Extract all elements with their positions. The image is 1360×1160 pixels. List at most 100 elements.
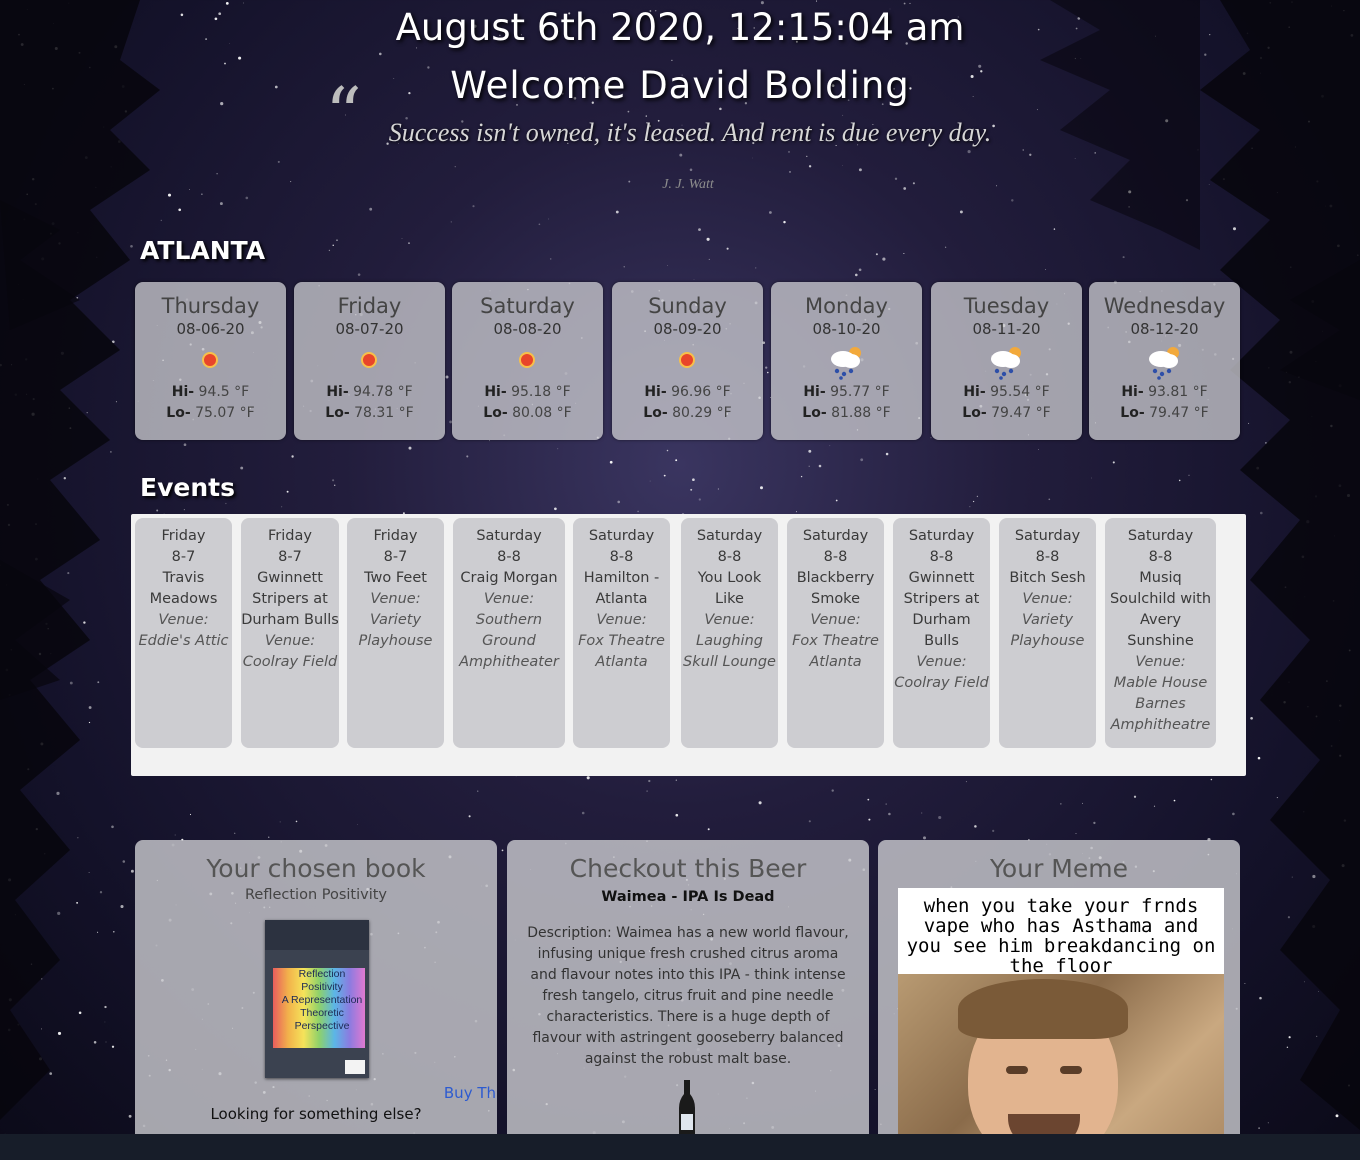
- low-label: Lo-: [325, 405, 350, 421]
- event-day: Friday: [373, 528, 418, 544]
- event-card[interactable]: Saturday 8-8 Hamilton - Atlanta Venue: Fox T…: [573, 518, 670, 748]
- event-day: Saturday: [908, 528, 975, 544]
- event-date: 8-8: [609, 549, 634, 565]
- event-date: 8-8: [497, 549, 521, 565]
- event-venue-label: Venue:: [810, 612, 861, 628]
- event-name: Craig Morgan: [460, 570, 558, 586]
- weather-day: Wednesday: [1103, 294, 1226, 318]
- event-card[interactable]: Saturday 8-8 You Look Like Venue: Laughing S…: [681, 518, 778, 748]
- welcome-message: Welcome David Bolding: [450, 64, 910, 107]
- event-card[interactable]: Friday 8-7 Travis Meadows Venue: Eddie's Att…: [135, 518, 232, 748]
- event-venue-label: Venue:: [158, 612, 209, 628]
- low-value: 79.47 °F: [1149, 405, 1209, 421]
- event-venue: Fox Theatre Atlanta: [792, 633, 879, 670]
- event-date: 8-7: [383, 549, 408, 565]
- high-value: 95.77 °F: [830, 384, 890, 400]
- low-value: 80.29 °F: [672, 405, 732, 421]
- weather-high: Hi- 94.5 °F: [135, 382, 286, 403]
- rain-cloud-icon: [931, 338, 1082, 382]
- event-card[interactable]: Saturday 8-8 Musiq Soulchild with Avery Su…: [1105, 518, 1216, 748]
- weather-low: Lo- 79.47 °F: [1089, 403, 1240, 424]
- event-day: Saturday: [588, 528, 655, 544]
- sun-icon: [294, 338, 445, 382]
- event-venue-label: Venue:: [1022, 591, 1073, 607]
- low-label: Lo-: [483, 405, 508, 421]
- event-venue: Variety Playhouse: [358, 612, 433, 649]
- high-label: Hi-: [963, 384, 986, 400]
- book-cover-line: A Representation: [281, 994, 363, 1006]
- event-venue-label: Venue:: [370, 591, 421, 607]
- event-name: Gwinnett Stripers at Durham Bulls: [241, 570, 339, 628]
- rain-cloud-icon: [771, 338, 922, 382]
- meme-image: when you take your frnds vape who has As…: [898, 888, 1224, 1160]
- event-date: 8-8: [823, 549, 848, 565]
- beer-panel-title: Checkout this Beer: [569, 854, 807, 883]
- event-venue: Southern Ground Amphitheater: [459, 612, 559, 670]
- meme-panel-title: Your Meme: [989, 854, 1128, 883]
- meme-panel: Your Meme when you take your frnds vape …: [878, 840, 1240, 1160]
- weather-day: Thursday: [161, 294, 260, 318]
- weather-high: Hi- 95.77 °F: [771, 382, 922, 403]
- weather-card: Tuesday 08-11-20 Hi- 95.54 °F Lo- 79.47 °F: [931, 282, 1082, 440]
- event-venue-label: Venue:: [1135, 654, 1186, 670]
- event-day: Saturday: [696, 528, 763, 544]
- high-value: 96.96 °F: [671, 384, 731, 400]
- event-card[interactable]: Saturday 8-8 Bitch Sesh Venue: Variety Playh…: [999, 518, 1096, 748]
- low-value: 79.47 °F: [991, 405, 1051, 421]
- sun-icon: [135, 338, 286, 382]
- event-name: Blackberry Smoke: [796, 570, 875, 607]
- weather-day: Sunday: [648, 294, 727, 318]
- weather-date: 08-12-20: [1130, 320, 1199, 338]
- high-label: Hi-: [644, 384, 667, 400]
- beer-description: Description: Waimea has a new world flav…: [527, 925, 849, 1067]
- event-venue: Coolray Field: [894, 675, 989, 691]
- weather-city-title: ATLANTA: [140, 236, 266, 265]
- event-venue: Laughing Skull Lounge: [683, 633, 776, 670]
- high-label: Hi-: [484, 384, 507, 400]
- beer-bottle-icon: [679, 1080, 695, 1140]
- event-day: Saturday: [1014, 528, 1081, 544]
- rain-cloud-icon: [1089, 338, 1240, 382]
- event-card[interactable]: Saturday 8-8 Blackberry Smoke Venue: Fox The…: [787, 518, 884, 748]
- event-date: 8-7: [278, 549, 302, 565]
- low-value: 78.31 °F: [354, 405, 414, 421]
- weather-date: 08-10-20: [812, 320, 881, 338]
- weather-date: 08-09-20: [653, 320, 722, 338]
- weather-low: Lo- 78.31 °F: [294, 403, 445, 424]
- low-value: 81.88 °F: [831, 405, 891, 421]
- weather-forecast: Thursday 08-06-20 Hi- 94.5 °F Lo- 75.07 °F F…: [135, 282, 1241, 442]
- events-scroll-container[interactable]: Friday 8-7 Travis Meadows Venue: Eddie's Att…: [131, 514, 1246, 776]
- event-card[interactable]: Saturday 8-8 Craig Morgan Venue: Southern Gr…: [453, 518, 565, 748]
- weather-low: Lo- 75.07 °F: [135, 403, 286, 424]
- event-name: Two Feet: [364, 570, 427, 586]
- event-card[interactable]: Friday 8-7 Gwinnett Stripers at Durham Bul…: [241, 518, 339, 748]
- weather-high: Hi- 93.81 °F: [1089, 382, 1240, 403]
- high-value: 95.18 °F: [511, 384, 571, 400]
- event-card[interactable]: Saturday 8-8 Gwinnett Stripers at Durham B…: [893, 518, 990, 748]
- weather-card: Thursday 08-06-20 Hi- 94.5 °F Lo- 75.07 °F: [135, 282, 286, 440]
- weather-high: Hi- 95.54 °F: [931, 382, 1082, 403]
- low-label: Lo-: [166, 405, 191, 421]
- weather-card: Sunday 08-09-20 Hi- 96.96 °F Lo- 80.29 °F: [612, 282, 763, 440]
- high-label: Hi-: [1121, 384, 1144, 400]
- high-value: 95.54 °F: [990, 384, 1050, 400]
- event-date: 8-8: [717, 549, 742, 565]
- low-label: Lo-: [962, 405, 987, 421]
- high-label: Hi-: [326, 384, 349, 400]
- event-card[interactable]: Friday 8-7 Two Feet Venue: Variety Playhouse: [347, 518, 444, 748]
- event-day: Saturday: [476, 528, 542, 544]
- weather-day: Monday: [805, 294, 888, 318]
- beer-name: Waimea - IPA Is Dead: [601, 889, 775, 905]
- event-venue: Mable House Barnes Amphitheatre: [1110, 675, 1211, 733]
- event-venue: Fox Theatre Atlanta: [578, 633, 665, 670]
- high-label: Hi-: [171, 384, 195, 400]
- book-panel: Your chosen book Reflection Positivity R…: [135, 840, 497, 1160]
- weather-low: Lo- 80.08 °F: [452, 403, 603, 424]
- event-venue: Eddie's Attic: [138, 633, 229, 649]
- buy-book-link[interactable]: Buy This Book: [316, 1084, 497, 1102]
- beer-panel: Checkout this Beer Waimea - IPA Is Dead …: [507, 840, 869, 1160]
- weather-day: Friday: [337, 294, 402, 318]
- low-label: Lo-: [1120, 405, 1145, 421]
- weather-date: 08-07-20: [335, 320, 404, 338]
- event-venue-label: Venue:: [264, 633, 316, 649]
